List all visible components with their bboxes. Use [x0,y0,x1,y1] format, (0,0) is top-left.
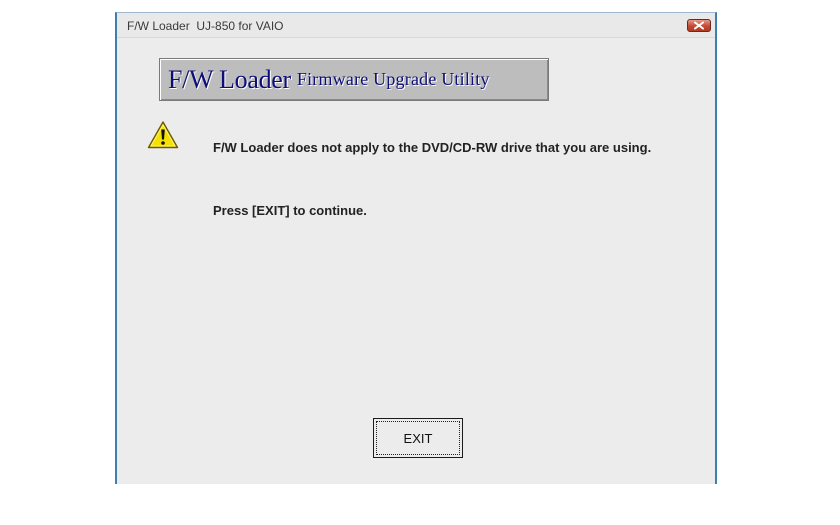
product-banner: F/W Loader Firmware Upgrade Utility [159,58,549,101]
banner-title: F/W Loader [168,64,291,94]
title-bar[interactable]: F/W Loader UJ-850 for VAIO [117,13,715,37]
dialog-content: F/W Loader Firmware Upgrade Utility F/W … [117,38,715,484]
warning-icon [147,121,179,149]
continue-instruction: Press [EXIT] to continue. [213,203,367,218]
banner-subtitle: Firmware Upgrade Utility [296,69,490,89]
exit-button[interactable]: EXIT [373,418,463,458]
exit-button-label: EXIT [376,421,460,455]
dialog-window: F/W Loader UJ-850 for VAIO F/W Loader Fi… [115,12,717,484]
error-message: F/W Loader does not apply to the DVD/CD-… [213,140,652,155]
close-button[interactable] [687,19,711,32]
close-icon [694,21,704,30]
window-title: F/W Loader UJ-850 for VAIO [127,19,284,33]
